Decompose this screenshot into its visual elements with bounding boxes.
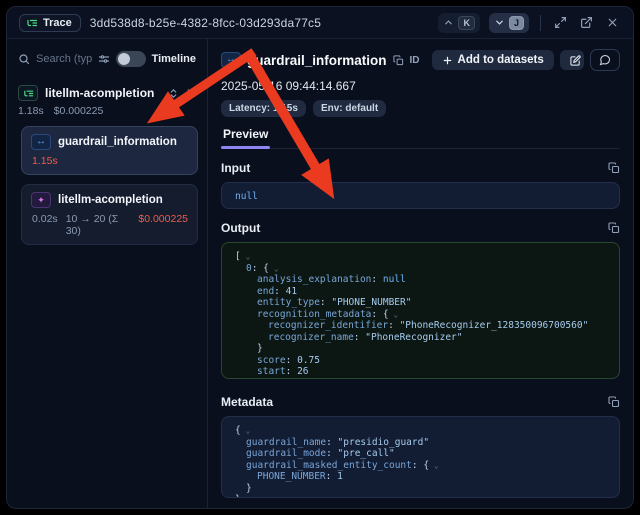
trace-root-duration: 1.18s [18, 105, 44, 117]
badge-row: Latency: 1.15s Env: default [221, 100, 620, 117]
observation-title: guardrail_information [247, 53, 387, 68]
arrows-horizontal-icon: ↔ [31, 134, 51, 150]
metadata-json-viewer[interactable]: { ⌄guardrail_name: "presidio_guard"guard… [221, 416, 620, 498]
comment-bubble-icon [599, 54, 611, 66]
trace-tree-sidebar: Timeline litellm-acompletion [7, 39, 208, 508]
trace-root-cost: $0.000225 [54, 105, 104, 117]
copy-input-icon[interactable] [608, 162, 620, 174]
copy-id-icon[interactable] [393, 55, 404, 66]
observation-header: ↔ guardrail_information ID Add to datase… [221, 49, 620, 71]
trace-type-label: Trace [43, 17, 72, 29]
copy-output-icon[interactable] [608, 222, 620, 234]
keycap-k: K [458, 16, 475, 30]
filter-sliders-icon[interactable] [98, 53, 110, 65]
trace-root-name: litellm-acompletion [45, 86, 161, 100]
id-label: ID [410, 55, 420, 66]
close-icon[interactable] [604, 14, 621, 31]
open-external-icon[interactable] [578, 14, 595, 31]
observation-duration: 1.15s [32, 155, 58, 167]
observation-item-litellm[interactable]: ✦ litellm-acompletion 0.02s 10 → 20 (Σ 3… [21, 184, 198, 245]
observation-tokens: 10 → 20 (Σ 30) [66, 213, 131, 237]
observation-cost: $0.000225 [138, 213, 188, 237]
observation-name: guardrail_information [58, 136, 177, 148]
trace-type-badge: Trace [19, 14, 81, 32]
trace-detail-window: Trace 3dd538d8-b25e-4382-8fcc-03d293da77… [6, 6, 634, 509]
collapse-all-icon[interactable] [185, 88, 196, 99]
detail-tabs: Preview [221, 127, 620, 149]
search-icon [18, 53, 30, 65]
latency-badge: Latency: 1.15s [221, 100, 306, 117]
output-section-label: Output [221, 221, 260, 235]
input-section-label: Input [221, 161, 250, 175]
search-input[interactable] [36, 53, 92, 65]
topbar: Trace 3dd538d8-b25e-4382-8fcc-03d293da77… [7, 7, 633, 39]
metadata-section-label: Metadata [221, 395, 273, 409]
list-tree-icon [26, 17, 38, 29]
next-trace-button[interactable]: J [489, 13, 529, 33]
search-row: Timeline [16, 49, 198, 77]
timeline-toggle-label: Timeline [152, 53, 196, 65]
annotate-split-button: Annotate [560, 50, 584, 70]
output-json-viewer[interactable]: [ ⌄0: { ⌄analysis_explanation: nullend: … [221, 242, 620, 379]
observation-duration: 0.02s [32, 213, 58, 237]
topbar-divider [540, 15, 541, 31]
plus-icon [442, 55, 453, 66]
copy-metadata-icon[interactable] [608, 396, 620, 408]
trace-tree: litellm-acompletion 1.18s $0.000225 [16, 85, 198, 245]
observation-timestamp: 2025-05-16 09:44:14.667 [221, 79, 620, 93]
timeline-toggle[interactable] [116, 51, 146, 67]
comments-button[interactable] [590, 49, 620, 71]
observation-item-guardrail[interactable]: ↔ guardrail_information 1.15s [21, 126, 198, 175]
chevron-up-icon [443, 17, 454, 28]
tab-preview[interactable]: Preview [221, 127, 270, 148]
trace-root-meta: 1.18s $0.000225 [16, 101, 198, 117]
expand-icon[interactable] [552, 14, 569, 31]
expand-all-icon[interactable] [168, 88, 179, 99]
trace-id: 3dd538d8-b25e-4382-8fcc-03d293da77c5 [90, 16, 321, 30]
annotate-button[interactable]: Annotate [560, 50, 584, 70]
keycap-j: J [509, 16, 524, 30]
trace-root-icon [18, 85, 38, 101]
input-json-viewer[interactable]: null [221, 182, 620, 209]
observation-name: litellm-acompletion [58, 194, 163, 206]
prev-trace-button[interactable]: K [438, 13, 480, 33]
edit-pencil-icon [570, 55, 581, 66]
observation-detail-panel: ↔ guardrail_information ID Add to datase… [208, 39, 633, 508]
arrows-horizontal-icon: ↔ [221, 52, 241, 68]
add-to-datasets-label: Add to datasets [458, 54, 544, 66]
trace-root-item[interactable]: litellm-acompletion [16, 85, 198, 101]
env-badge: Env: default [313, 100, 386, 117]
sparkles-icon: ✦ [31, 192, 51, 208]
add-to-datasets-button[interactable]: Add to datasets [432, 50, 554, 70]
chevron-down-icon [494, 17, 505, 28]
